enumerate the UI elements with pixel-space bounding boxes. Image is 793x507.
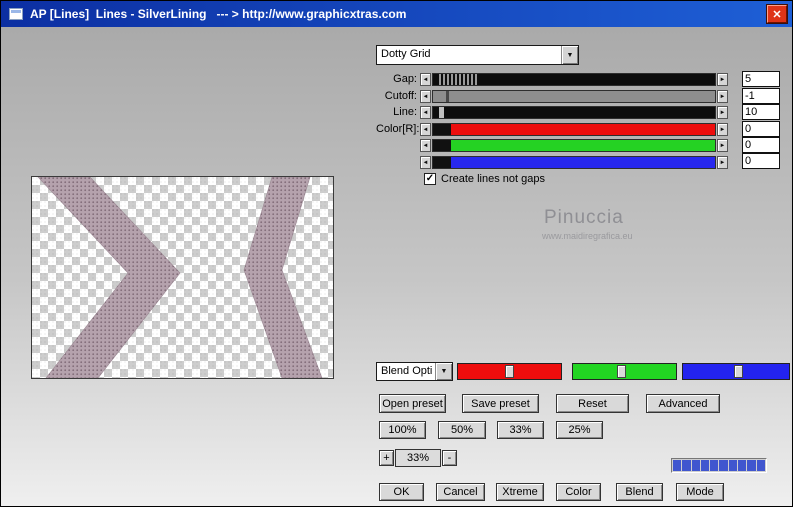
- color-r-slider-marker: [433, 124, 451, 135]
- zoom-25-button[interactable]: 25%: [556, 421, 603, 439]
- progress-segment: [673, 460, 682, 471]
- red-slider-thumb[interactable]: [505, 365, 514, 378]
- color-g-increase-button[interactable]: ►: [717, 139, 728, 152]
- cutoff-slider-marker: [446, 91, 449, 102]
- create-lines-label: Create lines not gaps: [441, 173, 545, 185]
- ok-button[interactable]: OK: [379, 483, 424, 501]
- cutoff-label: Cutoff:: [384, 90, 417, 102]
- preview-canvas[interactable]: [31, 176, 334, 379]
- param-row-gap: Gap: ◄ ►: [376, 73, 728, 86]
- color-r-value-input[interactable]: [742, 121, 780, 137]
- color-r-slider-track[interactable]: [432, 123, 716, 136]
- color-g-label: [376, 139, 420, 152]
- color-r-decrease-button[interactable]: ◄: [420, 123, 431, 136]
- zoom-100-button[interactable]: 100%: [379, 421, 426, 439]
- cancel-button[interactable]: Cancel: [436, 483, 485, 501]
- preset-dropdown[interactable]: Dotty Grid ▼: [376, 45, 579, 65]
- title-bar[interactable]: AP [Lines] Lines - SilverLining --- > ht…: [1, 1, 792, 27]
- progress-segment: [756, 460, 765, 471]
- green-slider-thumb[interactable]: [617, 365, 626, 378]
- gap-increase-button[interactable]: ►: [717, 73, 728, 86]
- progress-segment: [710, 460, 719, 471]
- blend-dropdown[interactable]: Blend Opti ▼: [376, 362, 453, 381]
- preset-dropdown-value: Dotty Grid: [381, 48, 431, 60]
- close-button[interactable]: ✕: [767, 5, 787, 23]
- create-lines-checkbox[interactable]: ✓: [424, 173, 436, 185]
- color-b-slider-track[interactable]: [432, 156, 716, 169]
- zoom-33-button[interactable]: 33%: [497, 421, 544, 439]
- red-channel-slider[interactable]: [457, 363, 562, 380]
- line-decrease-button[interactable]: ◄: [420, 106, 431, 119]
- xtreme-button[interactable]: Xtreme: [496, 483, 544, 501]
- reset-button[interactable]: Reset: [556, 394, 629, 413]
- color-r-label: Color[R]:: [376, 123, 420, 135]
- watermark-site: www.maidiregrafica.eu: [542, 231, 633, 241]
- progress-segment: [738, 460, 747, 471]
- zoom-out-button[interactable]: -: [442, 450, 457, 466]
- color-g-value-input[interactable]: [742, 137, 780, 153]
- open-preset-button[interactable]: Open preset: [379, 394, 446, 413]
- gap-decrease-button[interactable]: ◄: [420, 73, 431, 86]
- advanced-button[interactable]: Advanced: [646, 394, 720, 413]
- param-row-line: Line: ◄ ►: [376, 106, 728, 119]
- watermark-name: Pinuccia: [544, 207, 624, 228]
- cutoff-decrease-button[interactable]: ◄: [420, 90, 431, 103]
- blue-channel-slider[interactable]: [682, 363, 790, 380]
- line-slider-track[interactable]: [432, 106, 716, 119]
- color-b-slider-marker: [433, 157, 451, 168]
- param-row-color-r: Color[R]: ◄ ►: [376, 123, 728, 136]
- param-row-color-g: ◄ ►: [376, 139, 728, 152]
- app-icon: [9, 8, 23, 20]
- mode-button[interactable]: Mode: [676, 483, 724, 501]
- color-b-value-input[interactable]: [742, 153, 780, 169]
- gap-label: Gap:: [393, 73, 417, 85]
- color-button[interactable]: Color: [556, 483, 601, 501]
- line-slider-marker: [439, 107, 444, 118]
- save-preset-button[interactable]: Save preset: [462, 394, 539, 413]
- zoom-50-button[interactable]: 50%: [438, 421, 486, 439]
- line-increase-button[interactable]: ►: [717, 106, 728, 119]
- gap-slider-track[interactable]: [432, 73, 716, 86]
- color-g-slider-track[interactable]: [432, 139, 716, 152]
- window-title: AP [Lines] Lines - SilverLining --- > ht…: [30, 7, 407, 21]
- color-b-decrease-button[interactable]: ◄: [420, 156, 431, 169]
- progress-segment: [728, 460, 738, 471]
- cutoff-slider-track[interactable]: [432, 90, 716, 103]
- line-label: Line:: [393, 106, 417, 118]
- create-lines-option: ✓ Create lines not gaps: [424, 173, 545, 185]
- cutoff-value-input[interactable]: [742, 88, 780, 104]
- blue-slider-thumb[interactable]: [734, 365, 743, 378]
- progress-segment: [682, 460, 691, 471]
- color-r-increase-button[interactable]: ►: [717, 123, 728, 136]
- green-channel-slider[interactable]: [572, 363, 677, 380]
- color-g-decrease-button[interactable]: ◄: [420, 139, 431, 152]
- zoom-level: 33%: [395, 449, 441, 467]
- preview-image: [32, 177, 333, 378]
- line-value-input[interactable]: [742, 104, 780, 120]
- param-row-cutoff: Cutoff: ◄ ►: [376, 90, 728, 103]
- color-b-label: [376, 156, 420, 169]
- progress-segment: [691, 460, 700, 471]
- blend-button[interactable]: Blend: [616, 483, 663, 501]
- progress-segment: [700, 460, 710, 471]
- color-g-slider-marker: [433, 140, 451, 151]
- close-icon: ✕: [772, 8, 782, 21]
- progress-segment: [719, 460, 728, 471]
- color-b-increase-button[interactable]: ►: [717, 156, 728, 169]
- progress-segment: [747, 460, 756, 471]
- dropdown-arrow-icon[interactable]: ▼: [561, 46, 578, 64]
- gap-value-input[interactable]: [742, 71, 780, 87]
- blend-dropdown-value: Blend Opti: [381, 365, 433, 377]
- progress-bar: [671, 458, 767, 473]
- zoom-in-button[interactable]: +: [379, 450, 394, 466]
- gap-slider-fill: [439, 74, 477, 85]
- checkmark-icon: ✓: [425, 173, 435, 184]
- param-row-color-b: ◄ ►: [376, 156, 728, 169]
- cutoff-increase-button[interactable]: ►: [717, 90, 728, 103]
- plugin-window: AP [Lines] Lines - SilverLining --- > ht…: [0, 0, 793, 507]
- dropdown-arrow-icon[interactable]: ▼: [435, 363, 452, 380]
